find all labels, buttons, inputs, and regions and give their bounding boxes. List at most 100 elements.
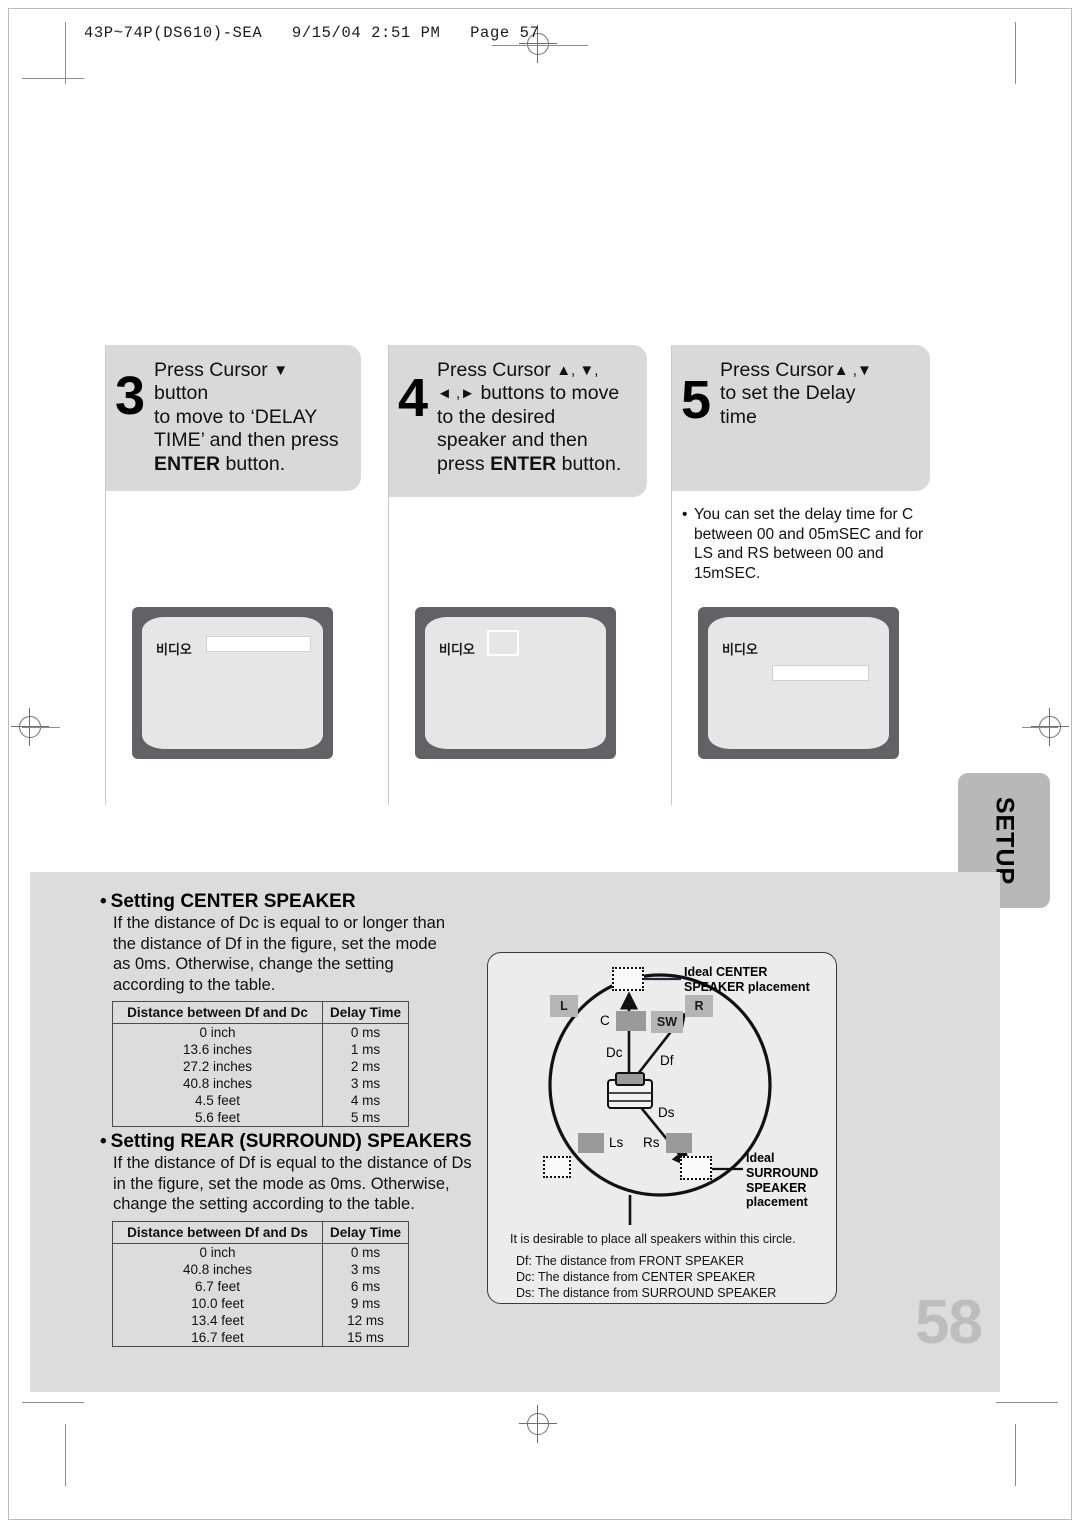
center-distance-1: 13.6 inches — [111, 1041, 324, 1058]
listening-circle — [548, 973, 772, 1197]
steps-row: 3 Press Cursor ▼ button to move to ‘DELA… — [105, 345, 935, 805]
step-column-4: 4 Press Cursor ▲, ▼, ◄ ,► buttons to mov… — [388, 345, 661, 805]
center-heading-text: Setting CENTER SPEAKER — [110, 891, 356, 912]
rear-speaker-body: If the distance of Df is equal to the di… — [113, 1154, 472, 1214]
ideal-surround-left-placement — [543, 1156, 571, 1178]
rear-distance-4: 13.4 feet — [111, 1312, 324, 1329]
table-row: 4.5 feet 4 ms — [111, 1092, 409, 1109]
print-slug: 43P~74P(DS610)-SEA 9/15/04 2:51 PM Page … — [84, 24, 540, 42]
crop-mark-top-left-horizontal — [22, 78, 84, 79]
cursor-up-down-icon: ▲, ▼, — [556, 362, 599, 379]
center-delay-2: 2 ms — [322, 1058, 409, 1075]
step5-line3: time — [720, 405, 757, 428]
rear-delay-2: 6 ms — [322, 1278, 409, 1295]
table-row: 6.7 feet 6 ms — [111, 1278, 409, 1295]
cursor-down-icon: ▼ — [273, 362, 289, 379]
cursor-up-down-icon-5: ▲ ,▼ — [833, 362, 872, 379]
center-delay-table: Distance between Df and Dc Delay Time 0 … — [111, 1001, 409, 1127]
crop-mark-bottom-left-horizontal — [22, 1402, 84, 1403]
ideal-center-speaker-placement — [612, 967, 644, 991]
osd-highlight-bar-5 — [772, 665, 869, 681]
tv-screen-5: 비디오 — [708, 617, 889, 749]
step3-line1-post: button — [154, 382, 209, 405]
step4-line3: to the desired — [437, 405, 556, 428]
rear-distance-5: 16.7 feet — [111, 1329, 324, 1347]
speaker-surround-right-label: Rs — [643, 1135, 660, 1150]
tv-screen-4: 비디오 — [425, 617, 606, 749]
distance-label-df: Df — [660, 1053, 674, 1068]
table-row: 40.8 inches 3 ms — [111, 1075, 409, 1092]
table-header-row: Distance between Df and Ds Delay Time — [111, 1221, 409, 1244]
table-row: 5.6 feet 5 ms — [111, 1109, 409, 1127]
distance-label-dc: Dc — [606, 1045, 623, 1060]
speaker-center-label: C — [600, 1013, 610, 1028]
center-speaker-heading: • Setting CENTER SPEAKER — [100, 891, 356, 913]
table-row: 16.7 feet 15 ms — [111, 1329, 409, 1347]
crop-mark-bottom-right-horizontal — [996, 1402, 1058, 1403]
center-delay-4: 4 ms — [322, 1092, 409, 1109]
speaker-surround-left-label: Ls — [609, 1135, 624, 1150]
step-callout-4: 4 Press Cursor ▲, ▼, ◄ ,► buttons to mov… — [389, 345, 647, 497]
table-row: 0 inch 0 ms — [111, 1243, 409, 1261]
rear-delay-4: 12 ms — [322, 1312, 409, 1329]
page-number: 58 — [915, 1288, 983, 1357]
step4-line1-pre: Press Cursor — [437, 359, 557, 381]
caption-circle: It is desirable to place all speakers wi… — [510, 1232, 796, 1246]
center-delay-1: 1 ms — [322, 1041, 409, 1058]
registration-rule-right — [1022, 727, 1058, 728]
table-row: 0 inch 0 ms — [111, 1023, 409, 1041]
table-row: 27.2 inches 2 ms — [111, 1058, 409, 1075]
tv-osd-label-3: 비디오 — [156, 642, 192, 657]
distance-label-ds: Ds — [658, 1105, 675, 1120]
step-callout-3: 3 Press Cursor ▼ button to move to ‘DELA… — [106, 345, 361, 491]
rear-speaker-heading: • Setting REAR (SURROUND) SPEAKERS — [100, 1131, 472, 1153]
step-text-3: Press Cursor ▼ button to move to ‘DELAY … — [154, 357, 347, 476]
osd-selection-box-4 — [487, 630, 519, 656]
center-distance-5: 5.6 feet — [111, 1109, 324, 1127]
step-column-3: 3 Press Cursor ▼ button to move to ‘DELA… — [105, 345, 378, 805]
rear-distance-3: 10.0 feet — [111, 1295, 324, 1312]
step-number-4: 4 — [397, 368, 429, 428]
step3-line3: TIME’ and then press — [154, 429, 339, 452]
step5-line2: to set the Delay — [720, 382, 856, 405]
rear-heading-text: Setting REAR (SURROUND) SPEAKERS — [110, 1131, 472, 1152]
note-text: You can set the delay time for C between… — [694, 506, 924, 582]
tv-illustration-3: 비디오 — [132, 607, 333, 759]
step-column-5: 5 Press Cursor▲ ,▼ to set the Delay time… — [671, 345, 936, 805]
center-distance-0: 0 inch — [111, 1023, 324, 1041]
rear-distance-2: 6.7 feet — [111, 1278, 324, 1295]
ideal-surround-label-line1: Ideal — [746, 1151, 775, 1165]
speaker-surround-left — [578, 1133, 604, 1153]
step4-line5-pre: press — [437, 452, 491, 475]
rear-delay-table: Distance between Df and Ds Delay Time 0 … — [111, 1221, 409, 1347]
table-header-row: Distance between Df and Dc Delay Time — [111, 1001, 409, 1024]
crop-mark-top-right-vertical — [1015, 22, 1016, 84]
table-row: 40.8 inches 3 ms — [111, 1261, 409, 1278]
step4-enter-label: ENTER — [490, 452, 557, 475]
rear-delay-0: 0 ms — [322, 1243, 409, 1261]
ideal-center-label-line2: SPEAKER placement — [684, 979, 810, 994]
rear-delay-5: 15 ms — [322, 1329, 409, 1347]
ideal-center-label-line1: Ideal CENTER — [684, 965, 768, 979]
table-row: 13.6 inches 1 ms — [111, 1041, 409, 1058]
ideal-surround-label-line4: placement — [746, 1195, 808, 1210]
crop-mark-top-left-vertical — [65, 22, 66, 84]
rear-delay-3: 9 ms — [322, 1295, 409, 1312]
registration-mark-bottom — [519, 1405, 557, 1443]
speaker-center — [616, 1011, 646, 1031]
step-number-3: 3 — [114, 366, 146, 426]
tv-illustration-4: 비디오 — [415, 607, 616, 759]
crop-mark-bottom-right-vertical — [1015, 1424, 1016, 1486]
step4-line4: speaker and then — [437, 429, 588, 452]
rear-distance-1: 40.8 inches — [111, 1261, 324, 1278]
step-text-5: Press Cursor▲ ,▼ to set the Delay time — [720, 357, 916, 429]
osd-highlight-bar-3 — [206, 636, 311, 652]
table-row: 13.4 feet 12 ms — [111, 1312, 409, 1329]
tv-illustration-5: 비디오 — [698, 607, 899, 759]
center-distance-3: 40.8 inches — [111, 1075, 324, 1092]
step3-line1-pre: Press Cursor — [154, 359, 274, 381]
delay-range-note: • You can set the delay time for C betwee… — [682, 505, 934, 583]
speaker-surround-right — [666, 1133, 692, 1153]
ideal-center-label: Ideal CENTER SPEAKER placement — [684, 965, 810, 995]
ideal-surround-label-line2: SURROUND — [746, 1165, 819, 1180]
